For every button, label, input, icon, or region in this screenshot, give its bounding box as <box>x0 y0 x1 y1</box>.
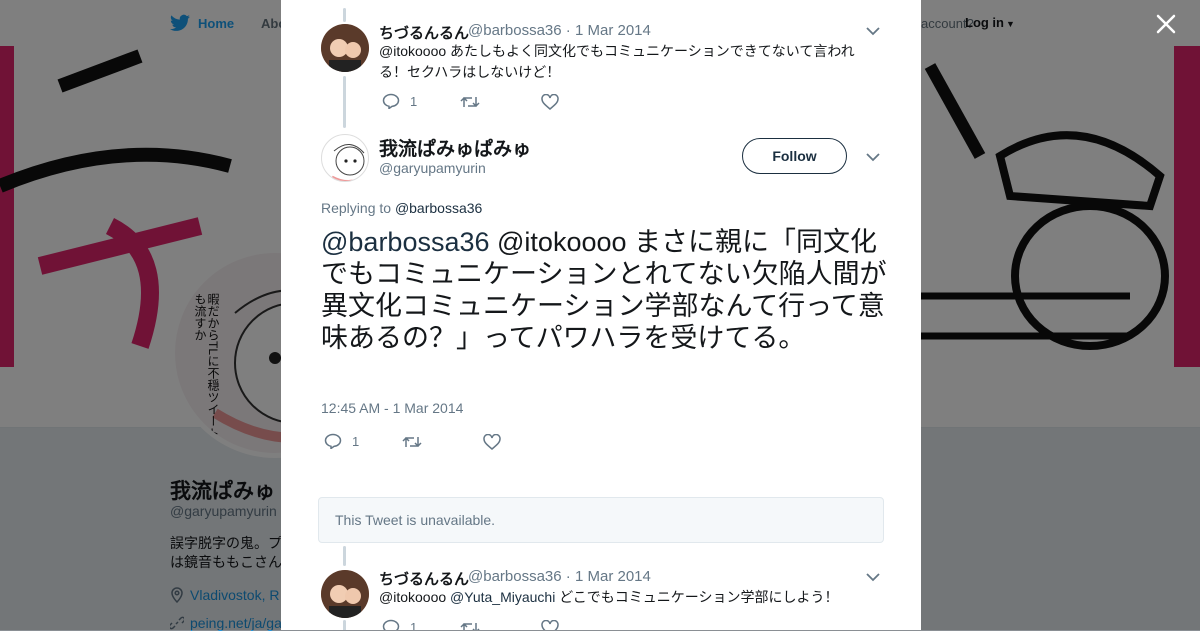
tweet-text-start: @itokoooo <box>379 589 451 605</box>
author-handle[interactable]: @garyupamyurin <box>379 160 486 176</box>
reply-icon <box>382 619 400 630</box>
mention-link[interactable]: @barbossa36 <box>321 227 490 257</box>
thread-line <box>343 76 346 128</box>
reply-count: 1 <box>410 619 418 631</box>
tweet-text-end: どこでもコミュニケーション学部にしよう！ <box>555 589 839 605</box>
author-name[interactable]: ちづるんるん <box>379 22 469 43</box>
thread-line <box>343 546 346 566</box>
close-icon[interactable] <box>1152 10 1180 38</box>
author-handle[interactable]: @barbossa36 <box>468 22 562 39</box>
avatar[interactable] <box>321 134 369 182</box>
like-icon[interactable] <box>483 434 501 450</box>
tweet-meta: @barbossa36 · 1 Mar 2014 <box>468 568 651 585</box>
tweet-text: @barbossa36 @itokoooo まさに親に「同文化でもコミュニケーシ… <box>321 226 891 354</box>
reply-button[interactable]: 1 <box>382 619 417 630</box>
avatar-illustration <box>331 144 368 181</box>
author-name[interactable]: ちづるんるん <box>379 568 469 589</box>
follow-button[interactable]: Follow <box>742 138 847 174</box>
author-handle[interactable]: @barbossa36 <box>468 568 562 585</box>
avatar-photo <box>321 570 369 618</box>
reply-count: 1 <box>352 433 360 449</box>
tweet-date[interactable]: 1 Mar 2014 <box>575 22 651 39</box>
replying-to-link[interactable]: @barbossa36 <box>395 200 482 216</box>
tweet-text: @itokoooo @Yuta_Miyauchi どこでもコミュニケーション学部… <box>379 587 869 608</box>
chevron-down-icon[interactable] <box>866 572 880 582</box>
avatar-photo <box>321 24 369 72</box>
chevron-down-icon[interactable] <box>866 152 880 162</box>
tweet-unavailable-notice: This Tweet is unavailable. <box>318 497 884 543</box>
retweet-icon[interactable] <box>460 620 480 630</box>
reply-icon <box>324 433 342 449</box>
tweet-timestamp[interactable]: 12:45 AM - 1 Mar 2014 <box>321 400 463 416</box>
meta-separator: · <box>565 22 571 39</box>
avatar[interactable] <box>321 570 369 618</box>
replying-prefix: Replying to <box>321 200 392 216</box>
reply-icon <box>382 93 400 109</box>
retweet-icon[interactable] <box>460 94 480 110</box>
like-icon[interactable] <box>541 94 559 110</box>
retweet-icon[interactable] <box>402 434 422 450</box>
avatar[interactable] <box>321 24 369 72</box>
reply-button[interactable]: 1 <box>382 93 417 109</box>
replying-to: Replying to @barbossa36 <box>321 200 482 216</box>
like-icon[interactable] <box>541 620 559 630</box>
thread-line <box>343 8 346 22</box>
tweet-meta: @barbossa36 · 1 Mar 2014 <box>468 22 651 39</box>
meta-separator: · <box>565 568 571 585</box>
mention-link[interactable]: @Yuta_Miyauchi <box>450 589 555 605</box>
chevron-down-icon[interactable] <box>866 26 880 36</box>
reply-button[interactable]: 1 <box>324 433 359 449</box>
thread-line <box>343 620 346 630</box>
tweet-text: @itokoooo あたしもよく同文化でもコミュニケーションできてないて言われる… <box>379 43 855 80</box>
reply-count: 1 <box>410 93 418 109</box>
author-name[interactable]: 我流ぱみゅぱみゅ <box>379 134 531 161</box>
tweet-permalink-modal: ちづるんるん @barbossa36 · 1 Mar 2014 @itokooo… <box>281 0 921 630</box>
tweet-date[interactable]: 1 Mar 2014 <box>575 568 651 585</box>
